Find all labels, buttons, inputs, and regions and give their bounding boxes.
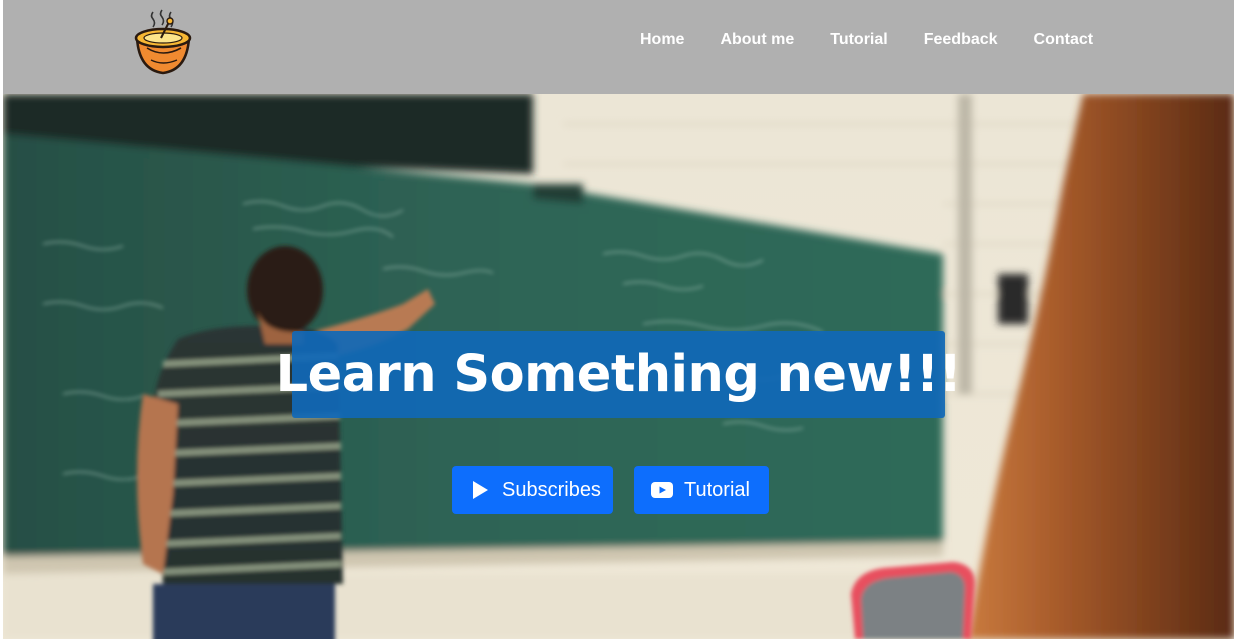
subscribe-button-label: Subscribes bbox=[502, 478, 601, 501]
subscribe-button[interactable]: Subscribes bbox=[452, 466, 613, 514]
navbar: Home About me Tutorial Feedback Contact bbox=[3, 0, 1234, 94]
hero-section: Learn Something new!!! Subscribes Tutori… bbox=[3, 94, 1234, 639]
nav-menu: Home About me Tutorial Feedback Contact bbox=[640, 30, 1129, 50]
nav-link-home[interactable]: Home bbox=[640, 30, 684, 50]
nav-link-tutorial[interactable]: Tutorial bbox=[830, 30, 887, 50]
hero-headline: Learn Something new!!! bbox=[275, 344, 962, 404]
nav-link-feedback[interactable]: Feedback bbox=[924, 30, 998, 50]
tutorial-button-label: Tutorial bbox=[684, 478, 750, 501]
tutorial-button[interactable]: Tutorial bbox=[634, 466, 769, 514]
play-icon bbox=[468, 478, 492, 502]
page: Home About me Tutorial Feedback Contact bbox=[3, 0, 1234, 639]
youtube-icon bbox=[650, 478, 674, 502]
nav-link-about-me[interactable]: About me bbox=[720, 30, 794, 50]
nav-link-contact[interactable]: Contact bbox=[1034, 30, 1094, 50]
headline-banner: Learn Something new!!! bbox=[276, 331, 962, 418]
soup-bowl-logo-icon[interactable] bbox=[131, 8, 197, 78]
